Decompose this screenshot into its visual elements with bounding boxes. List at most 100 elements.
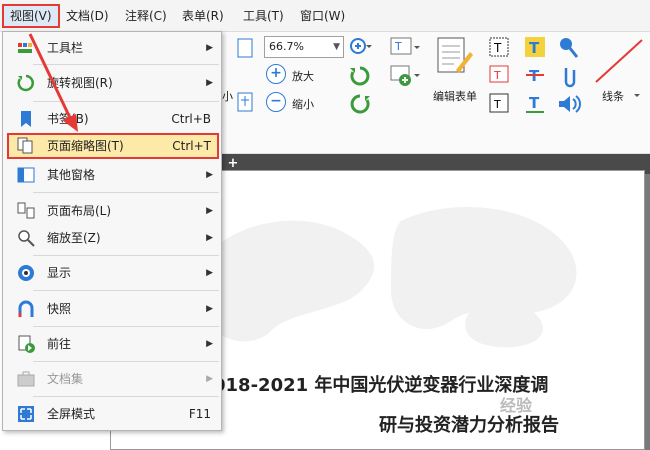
edit-form-icon[interactable] [434, 36, 474, 76]
menu-item-label: 其他窗格 [47, 168, 96, 182]
submenu-arrow-icon: ▶ [206, 304, 213, 314]
rotate-icon [17, 74, 34, 92]
svg-text:T: T [493, 98, 501, 111]
submenu-arrow-icon: ▶ [206, 233, 213, 243]
menu-item-label: 显示 [47, 266, 72, 280]
menu-tools[interactable]: 工具(T) [237, 4, 290, 28]
zoom-in-icon[interactable]: + [266, 64, 286, 84]
toolbar-icon [18, 43, 32, 53]
menu-item-zoom-to[interactable]: 缩放至(Z) ▶ [7, 225, 219, 251]
menu-item-other-panes[interactable]: 其他窗格 ▶ [7, 162, 219, 188]
submenu-arrow-icon: ▶ [206, 78, 213, 88]
menu-item-label: 快照 [47, 302, 72, 316]
menu-divider [33, 290, 219, 291]
go-to-icon [18, 335, 35, 353]
edit-form-label[interactable]: 编辑表单 [433, 88, 477, 104]
watermark: 经验 [500, 396, 533, 415]
page-icon[interactable] [236, 38, 256, 60]
menu-divider [33, 101, 219, 102]
new-tab-icon[interactable]: + [226, 157, 240, 171]
menu-divider [33, 396, 219, 397]
menu-item-label: 文档集 [47, 372, 84, 386]
lines-label[interactable]: 线条 [602, 88, 624, 104]
underline-icon[interactable]: T [524, 92, 546, 114]
submenu-arrow-icon: ▶ [206, 170, 213, 180]
sound-icon[interactable] [556, 92, 582, 116]
pin-icon[interactable] [558, 36, 580, 62]
full-screen-icon [18, 406, 34, 422]
fit-page-icon[interactable] [236, 92, 256, 114]
menu-view[interactable]: 视图(V) [2, 4, 60, 28]
chevron-down-icon[interactable] [630, 90, 644, 102]
magnifier-icon [18, 230, 35, 247]
zoom-out-label[interactable]: 缩小 [292, 96, 314, 112]
eye-icon [18, 265, 34, 281]
menu-bar: 视图(V) 文档(D) 注释(C) 表单(R) 工具(T) 窗口(W) [0, 0, 650, 32]
toolbar-ribbon: 小 66.7% ▼ + 放大 − 缩小 T 编辑表单 T T T T T T 线… [222, 32, 650, 154]
strikeout-icon[interactable]: T [524, 64, 546, 86]
menu-item-rotate-view[interactable]: 旋转视图(R) ▶ [7, 70, 219, 96]
svg-text:T: T [529, 39, 540, 57]
menu-item-label: 前往 [47, 337, 72, 351]
menu-comment[interactable]: 注释(C) [119, 4, 173, 28]
submenu-arrow-icon: ▶ [206, 339, 213, 349]
menu-document[interactable]: 文档(D) [60, 4, 115, 28]
menu-divider [33, 326, 219, 327]
menu-item-page-layout[interactable]: 页面布局(L) ▶ [7, 198, 219, 224]
highlight-text-icon[interactable]: T [524, 36, 546, 58]
document-title-line-1: 018-2021 年中国光伏逆变器行业深度调 [213, 375, 549, 396]
view-menu-dropdown: 工具栏 ▶ 旋转视图(R) ▶ 书签(B) Ctrl+B 页面缩略图(T) Ct… [2, 31, 222, 431]
menu-item-display[interactable]: 显示 ▶ [7, 260, 219, 286]
menu-divider [33, 255, 219, 256]
magnifier-icon[interactable] [348, 36, 378, 58]
snapshot-icon [18, 300, 34, 317]
typewriter-icon[interactable]: T [488, 92, 510, 114]
menu-item-label: 工具栏 [47, 41, 84, 55]
svg-text:T: T [394, 40, 402, 53]
menu-item-portfolio: 文档集 ▶ [7, 366, 219, 392]
menu-item-label: 页面布局(L) [47, 204, 112, 218]
attachment-icon[interactable] [558, 64, 580, 90]
chevron-down-icon: ▼ [333, 42, 340, 52]
zoom-out-icon[interactable]: − [266, 92, 286, 112]
image-add-icon[interactable] [390, 64, 424, 90]
menu-item-label: 缩放至(Z) [47, 231, 101, 245]
menu-item-shortcut: Ctrl+B [171, 112, 211, 126]
menu-divider [33, 192, 219, 193]
menu-item-toolbar[interactable]: 工具栏 ▶ [7, 35, 219, 61]
menu-window[interactable]: 窗口(W) [294, 4, 351, 28]
menu-item-label: 页面缩略图(T) [47, 139, 124, 153]
menu-item-bookmarks[interactable]: 书签(B) Ctrl+B [7, 106, 219, 132]
zoom-value: 66.7% [269, 40, 304, 53]
text-field-icon[interactable]: T [390, 36, 424, 62]
world-map-graphic [196, 207, 577, 348]
page-thumbnails-icon [17, 137, 33, 154]
zoom-select[interactable]: 66.7% ▼ [264, 36, 344, 58]
menu-divider [33, 64, 219, 65]
line-tool-icon[interactable] [594, 38, 644, 84]
portfolio-icon [17, 371, 35, 387]
callout-icon[interactable]: T [488, 64, 510, 86]
zoom-in-label[interactable]: 放大 [292, 68, 314, 84]
menu-item-page-thumbnails[interactable]: 页面缩略图(T) Ctrl+T [7, 133, 219, 159]
rotate-right-icon[interactable] [348, 92, 372, 116]
menu-divider [33, 361, 219, 362]
submenu-arrow-icon: ▶ [206, 268, 213, 278]
menu-item-full-screen[interactable]: 全屏模式 F11 [7, 401, 219, 427]
page-layout-icon [17, 202, 35, 219]
svg-text:T: T [493, 69, 501, 82]
toolbar-partial-label: 小 [222, 90, 233, 103]
menu-item-shortcut: Ctrl+T [172, 139, 211, 153]
svg-text:T: T [529, 94, 540, 112]
menu-item-snapshot[interactable]: 快照 ▶ [7, 296, 219, 322]
menu-form[interactable]: 表单(R) [176, 4, 230, 28]
bookmark-icon [21, 111, 31, 127]
submenu-arrow-icon: ▶ [206, 43, 213, 53]
menu-item-shortcut: F11 [188, 407, 211, 421]
submenu-arrow-icon: ▶ [206, 374, 213, 384]
menu-item-label: 旋转视图(R) [47, 76, 113, 90]
text-box-icon[interactable]: T [488, 36, 510, 58]
panes-icon [17, 167, 35, 183]
menu-item-go-to[interactable]: 前往 ▶ [7, 331, 219, 357]
rotate-left-icon[interactable] [348, 64, 372, 88]
